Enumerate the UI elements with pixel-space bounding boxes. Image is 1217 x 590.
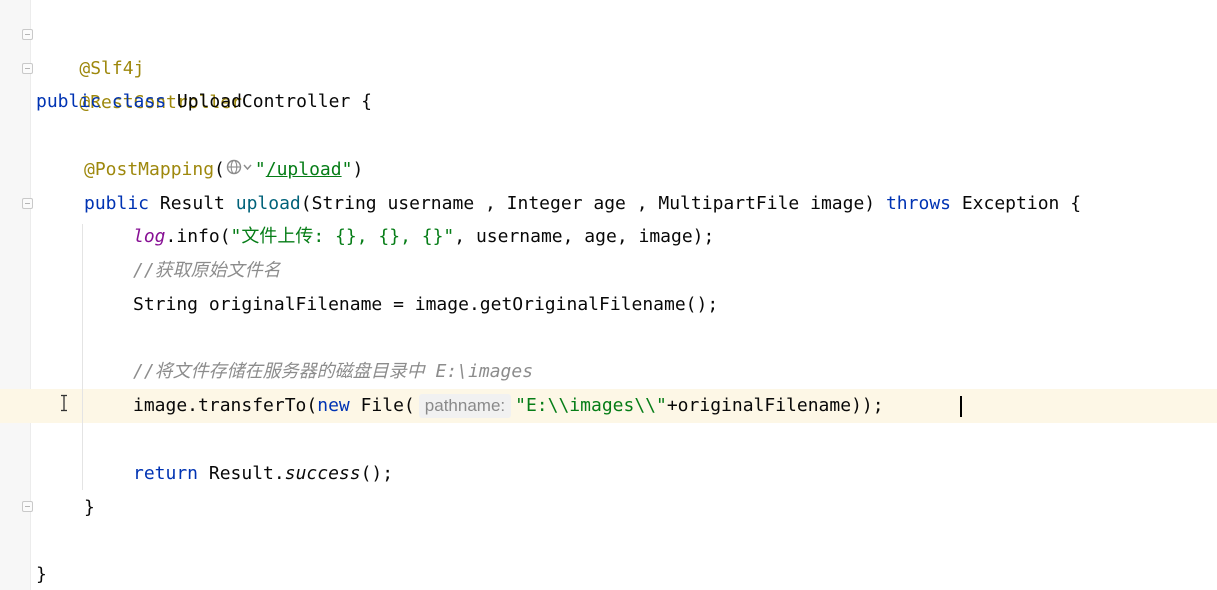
result-class-ref: Result. — [198, 463, 285, 484]
method-params: (String username , Integer age , Multipa… — [300, 193, 886, 214]
code-line-17: } — [36, 558, 47, 590]
indent-guide — [82, 224, 83, 490]
parameter-hint-pathname: pathname: — [418, 394, 512, 418]
field-log: log — [133, 226, 166, 247]
code-line-8: //获取原始文件名 — [133, 254, 281, 288]
close-paren: ) — [352, 159, 364, 180]
string-quote: " — [341, 159, 353, 180]
keyword-return: return — [133, 463, 199, 484]
method-name-upload: upload — [235, 193, 301, 214]
keyword-class: class — [111, 91, 167, 112]
fold-marker-icon[interactable] — [22, 501, 33, 512]
file-constructor: File( — [349, 395, 415, 416]
comment-get-filename: //获取原始文件名 — [133, 260, 281, 281]
code-line-1: @Slf4j — [36, 18, 144, 79]
keyword-public: public — [84, 193, 150, 214]
info-call: .info( — [165, 226, 231, 247]
original-filename-statement: String originalFilename = image.getOrigi… — [133, 294, 719, 315]
mapping-path-link[interactable]: /upload — [266, 159, 342, 180]
annotation-post-mapping: @PostMapping — [84, 159, 215, 180]
globe-icon[interactable] — [225, 155, 255, 179]
keyword-new: new — [317, 395, 350, 416]
code-line-14: return Result.success(); — [133, 457, 393, 491]
comment-store-file: //将文件存储在服务器的磁盘目录中 E:\images — [133, 361, 534, 382]
text-cursor-icon — [61, 394, 67, 412]
text-caret — [960, 396, 962, 417]
code-line-2: @RestController — [36, 52, 242, 113]
keyword-throws: throws — [885, 193, 951, 214]
code-line-6: public Result upload(String username , I… — [84, 187, 1081, 221]
call-end: (); — [360, 463, 394, 484]
code-line-11: //将文件存储在服务器的磁盘目录中 E:\images — [133, 355, 533, 389]
code-line-9: String originalFilename = image.getOrigi… — [133, 288, 718, 322]
code-line-3: public class UploadController { — [36, 85, 372, 119]
exception-type: Exception { — [951, 193, 1082, 214]
static-call-success: success — [284, 463, 361, 484]
open-paren: ( — [214, 159, 225, 180]
class-closing-brace: } — [36, 564, 47, 585]
fold-marker-icon[interactable] — [22, 63, 33, 74]
class-declaration: UploadController { — [166, 91, 372, 112]
transfer-call: image.transferTo( — [133, 395, 318, 416]
code-line-7: log.info("文件上传: {}, {}, {}", username, a… — [133, 220, 714, 254]
return-type: Result — [149, 193, 236, 214]
string-quote: " — [254, 159, 266, 180]
path-string: "E:\\images\\" — [515, 395, 667, 416]
code-line-15: } — [84, 491, 95, 525]
fold-marker-icon[interactable] — [22, 29, 33, 40]
code-line-12: image.transferTo(new File(pathname: "E:\\… — [133, 389, 884, 423]
code-line-5: @PostMapping( "/upload") — [84, 153, 363, 187]
keyword-public: public — [36, 91, 102, 112]
fold-marker-icon[interactable] — [22, 198, 33, 209]
log-message-string: "文件上传: {}, {}, {}" — [230, 226, 455, 247]
transfer-args-rest: +originalFilename)); — [666, 395, 884, 416]
log-args: , username, age, image); — [454, 226, 715, 247]
method-closing-brace: } — [84, 497, 95, 518]
code-editor[interactable]: @Slf4j @RestController public class Uplo… — [0, 0, 1217, 590]
